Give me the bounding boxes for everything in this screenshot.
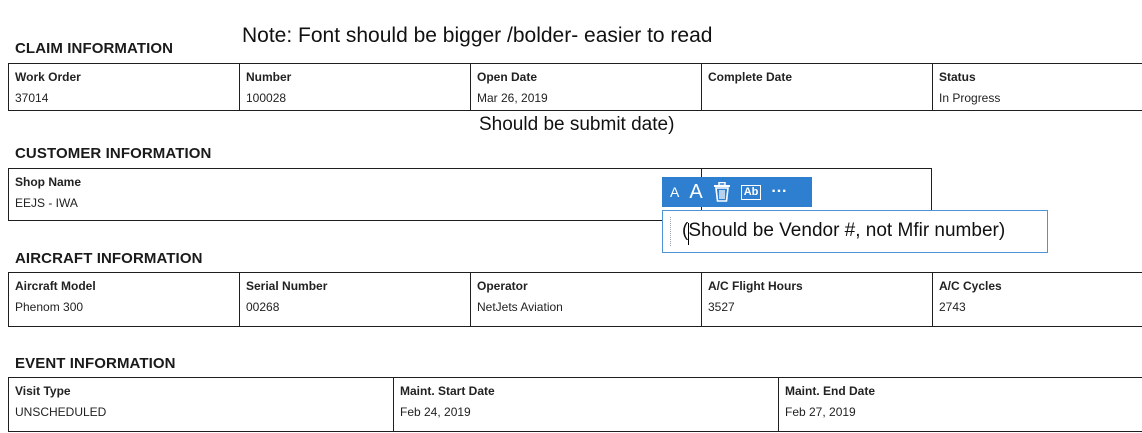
- field-label: Serial Number: [246, 279, 328, 293]
- field-label: Aircraft Model: [15, 279, 96, 293]
- field-label: A/C Flight Hours: [708, 279, 803, 293]
- aircraft-cell-serial: Serial Number 00268: [239, 272, 471, 327]
- claim-cell-work-order: Work Order 37014: [8, 63, 240, 111]
- field-value: UNSCHEDULED: [15, 405, 107, 419]
- claim-table: Work Order 37014 Number 100028 Open Date…: [8, 63, 1142, 111]
- field-value: 3527: [708, 300, 735, 314]
- field-label: Open Date: [477, 70, 538, 84]
- claim-cell-complete-date: Complete Date: [701, 63, 933, 111]
- field-value: 2743: [939, 300, 966, 314]
- customer-cell-shop-name: Shop Name EEJS - IWA: [8, 168, 702, 221]
- customer-section-title: CUSTOMER INFORMATION: [15, 145, 212, 162]
- aircraft-cell-operator: Operator NetJets Aviation: [470, 272, 702, 327]
- trash-icon[interactable]: [713, 182, 731, 202]
- field-label: Number: [246, 70, 292, 84]
- field-label: Shop Name: [15, 175, 82, 189]
- submit-date-note: Should be submit date): [479, 114, 675, 135]
- event-cell-start-date: Maint. Start Date Feb 24, 2019: [393, 377, 779, 432]
- text-box-guide: [670, 217, 671, 246]
- claim-cell-open-date: Open Date Mar 26, 2019: [470, 63, 702, 111]
- field-label: Maint. Start Date: [400, 384, 495, 398]
- field-value: 100028: [246, 91, 287, 105]
- field-value: Feb 24, 2019: [400, 405, 471, 419]
- aircraft-cell-flight-hours: A/C Flight Hours 3527: [701, 272, 933, 327]
- event-cell-end-date: Maint. End Date Feb 27, 2019: [778, 377, 1142, 432]
- field-label: Operator: [477, 279, 528, 293]
- aircraft-row: Aircraft Model Phenom 300 Serial Number …: [8, 272, 1142, 327]
- aircraft-section-title: AIRCRAFT INFORMATION: [15, 250, 203, 267]
- claim-row: Work Order 37014 Number 100028 Open Date…: [8, 63, 1142, 111]
- field-label: Work Order: [15, 70, 81, 84]
- event-section-title: EVENT INFORMATION: [15, 355, 176, 372]
- event-row: Visit Type UNSCHEDULED Maint. Start Date…: [8, 377, 1142, 432]
- claim-cell-number: Number 100028: [239, 63, 471, 111]
- field-label: Visit Type: [15, 384, 71, 398]
- field-label: A/C Cycles: [939, 279, 1002, 293]
- font-size-note: Note: Font should be bigger /bolder- eas…: [242, 24, 713, 47]
- field-value: 00268: [246, 300, 280, 314]
- field-label: Maint. End Date: [785, 384, 876, 398]
- field-value: NetJets Aviation: [477, 300, 563, 314]
- claim-cell-status: Status In Progress: [932, 63, 1142, 111]
- aircraft-cell-cycles: A/C Cycles 2743: [932, 272, 1142, 327]
- field-label: Complete Date: [708, 70, 793, 84]
- event-table: Visit Type UNSCHEDULED Maint. Start Date…: [8, 377, 1142, 432]
- field-value: EEJS - IWA: [15, 196, 78, 210]
- more-options-icon[interactable]: ···: [771, 183, 787, 201]
- text-style-icon[interactable]: Ab: [740, 184, 762, 200]
- field-value: Feb 27, 2019: [785, 405, 856, 419]
- field-value: Mar 26, 2019: [477, 91, 548, 105]
- aircraft-table: Aircraft Model Phenom 300 Serial Number …: [8, 272, 1142, 327]
- font-size-decrease-icon[interactable]: A: [670, 184, 679, 200]
- text-caret: [688, 223, 689, 245]
- field-value: Phenom 300: [15, 300, 84, 314]
- event-cell-visit-type: Visit Type UNSCHEDULED: [8, 377, 394, 432]
- field-label: Status: [939, 70, 976, 84]
- annotation-toolbar: A A Ab ···: [662, 177, 812, 207]
- field-value: 37014: [15, 91, 49, 105]
- customer-row: Shop Name EEJS - IWA: [8, 168, 702, 221]
- claim-section-title: CLAIM INFORMATION: [15, 40, 174, 57]
- vendor-number-note[interactable]: (Should be Vendor #, not Mfir number): [682, 220, 1005, 242]
- font-size-increase-icon[interactable]: A: [689, 181, 702, 204]
- customer-table: Shop Name EEJS - IWA: [8, 168, 702, 221]
- aircraft-cell-model: Aircraft Model Phenom 300: [8, 272, 240, 327]
- field-value: In Progress: [939, 91, 1001, 105]
